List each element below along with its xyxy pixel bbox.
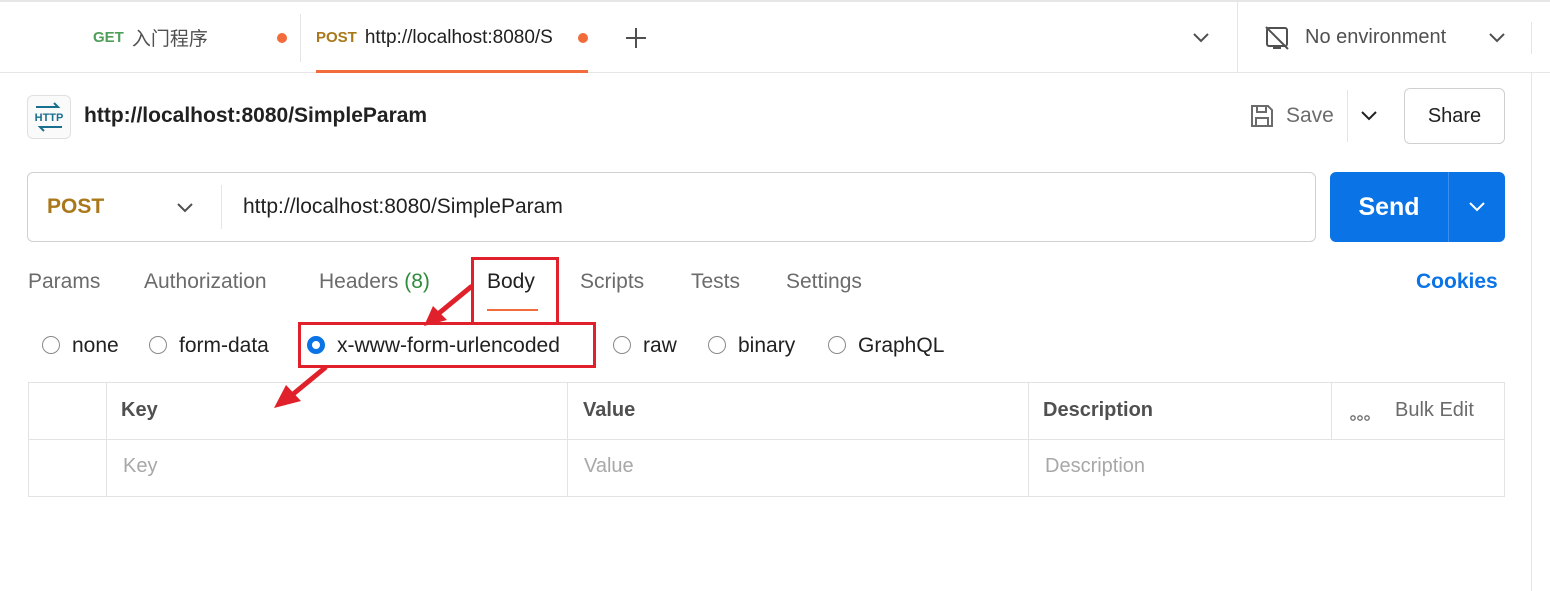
annotation-arrows [274,284,474,408]
arrow-icon [424,284,474,326]
arrow-icon [274,365,328,408]
